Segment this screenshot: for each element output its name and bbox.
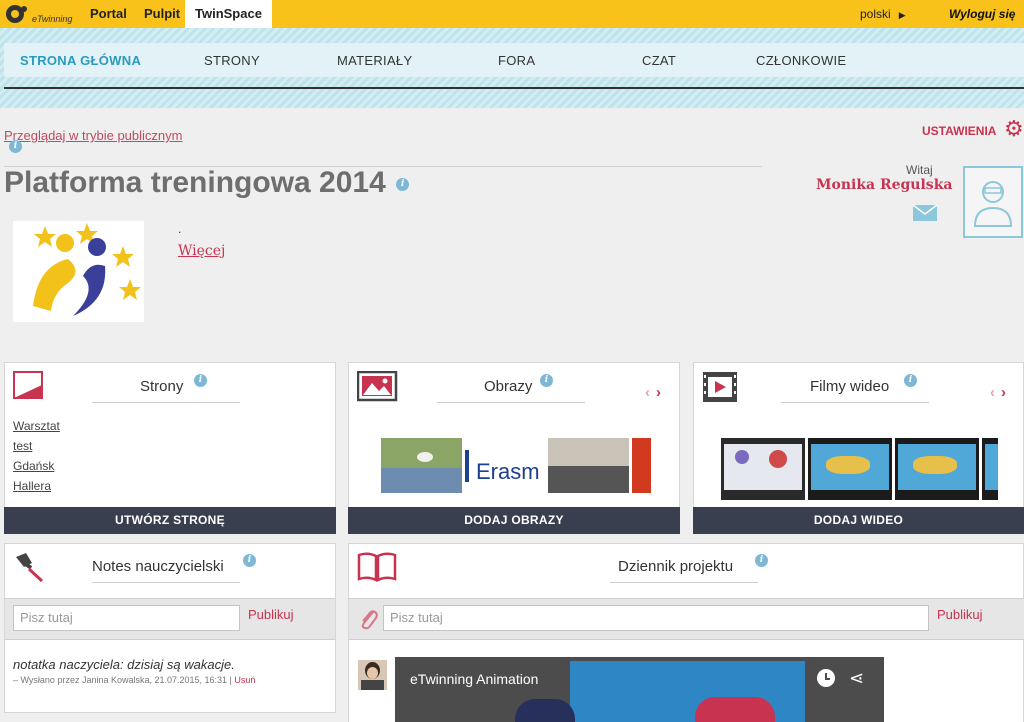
card-title-divider (781, 402, 929, 403)
image-thumbnail[interactable] (632, 438, 651, 493)
pushpin-icon (16, 553, 44, 583)
note-meta: – Wysłano przez Janina Kowalska, 21.07.2… (13, 675, 255, 685)
image-thumbnail[interactable] (548, 438, 629, 493)
diary-publish-button[interactable]: Publikuj (937, 607, 983, 622)
page-link-test[interactable]: test (13, 439, 32, 453)
topnav-twinspace[interactable]: TwinSpace (185, 0, 272, 28)
project-diary-title: Dziennik projektu (618, 558, 734, 575)
welcome-label: Witaj (906, 163, 933, 177)
page-title-text: Platforma treningowa 2014 (4, 166, 386, 199)
chevron-left-icon[interactable]: ‹ (990, 384, 995, 401)
open-book-icon (357, 552, 397, 582)
nav-item-forums[interactable]: FORA (498, 53, 535, 68)
project-description: . (178, 222, 182, 236)
video-thumbnail[interactable] (982, 438, 998, 500)
create-page-button[interactable]: UTWÓRZ STRONĘ (4, 507, 336, 534)
user-silhouette-icon (973, 181, 1013, 227)
info-icon[interactable]: i (9, 140, 22, 153)
info-icon[interactable]: i (755, 554, 768, 567)
images-card-title: Obrazy (484, 378, 533, 395)
user-name-link[interactable]: Monika Regulska (816, 177, 952, 193)
videos-card-title: Filmy wideo (810, 378, 890, 395)
logout-link[interactable]: Wyloguj się (949, 0, 1015, 28)
page-icon (13, 371, 43, 399)
chevron-right-icon[interactable]: › (1001, 384, 1006, 401)
nav-item-members[interactable]: CZŁONKOWIE (756, 53, 846, 68)
page-title: Platforma treningowa 2014 i (4, 166, 410, 200)
video-thumbnail[interactable] (721, 438, 805, 500)
image-thumbnail[interactable] (381, 438, 462, 493)
diary-input[interactable]: Pisz tutaj (383, 605, 929, 631)
embedded-video[interactable]: eTwinning Animation ⋖ (395, 657, 884, 722)
etwinning-logo[interactable]: eTwinning (4, 3, 74, 25)
author-avatar[interactable] (358, 660, 387, 690)
topnav-portal[interactable]: Portal (90, 0, 127, 28)
notes-input[interactable]: Pisz tutaj (13, 605, 240, 631)
card-title-divider (610, 582, 758, 583)
image-icon (357, 371, 398, 402)
logo-text: eTwinning (32, 14, 73, 24)
etwinning-logo-icon (6, 5, 27, 23)
video-thumbnail[interactable] (808, 438, 892, 500)
note-author-date: – Wysłano przez Janina Kowalska, 21.07.2… (13, 675, 232, 685)
card-title-divider (92, 402, 240, 403)
more-link[interactable]: Więcej (178, 243, 225, 259)
settings-link[interactable]: USTAWIENIA (922, 124, 996, 138)
film-icon (703, 372, 737, 402)
note-text: notatka naczyciela: dzisiaj są wakacje. (13, 657, 235, 672)
top-bar: eTwinning Portal Pulpit TwinSpace polski… (0, 0, 1024, 28)
page-link-gdansk[interactable]: Gdańsk (13, 459, 54, 473)
info-icon[interactable]: i (396, 177, 410, 191)
notes-publish-button[interactable]: Publikuj (248, 607, 294, 622)
pages-card-title: Strony (140, 378, 184, 395)
info-icon[interactable]: i (540, 374, 553, 387)
page-link-warsztat[interactable]: Warsztat (13, 419, 60, 433)
image-thumbnail[interactable]: Erasm (465, 438, 546, 493)
chevron-left-icon[interactable]: ‹ (645, 384, 650, 401)
nav-item-materials[interactable]: MATERIAŁY (337, 53, 412, 68)
clock-icon[interactable] (817, 669, 835, 687)
language-selector[interactable]: polski ▶ (860, 0, 906, 29)
envelope-icon[interactable] (912, 204, 938, 222)
teacher-notes-title: Notes nauczycielski (92, 558, 224, 575)
nav-divider (4, 87, 1024, 89)
image-thumbnail-text: Erasm (476, 459, 540, 484)
paperclip-icon[interactable] (357, 606, 379, 630)
project-logo (13, 221, 144, 322)
page-link-hallera[interactable]: Hallera (13, 479, 51, 493)
language-label: polski (860, 7, 891, 21)
info-icon[interactable]: i (243, 554, 256, 567)
gear-icon[interactable]: ⚙ (1004, 118, 1024, 140)
card-title-divider (92, 582, 240, 583)
info-icon[interactable]: i (194, 374, 207, 387)
note-delete-link[interactable]: Usuń (234, 675, 255, 685)
nav-item-chat[interactable]: CZAT (642, 53, 676, 68)
share-icon[interactable]: ⋖ (849, 669, 864, 687)
topnav-pulpit[interactable]: Pulpit (144, 0, 180, 28)
video-title: eTwinning Animation (410, 671, 539, 687)
info-icon[interactable]: i (904, 374, 917, 387)
video-scene-shape (695, 697, 775, 722)
card-title-divider (437, 402, 585, 403)
videos-carousel-arrows[interactable]: ‹ › (990, 384, 1006, 401)
project-logo-image (33, 223, 141, 316)
video-scene-shape (515, 699, 575, 722)
nav-item-pages[interactable]: STRONY (204, 53, 260, 68)
nav-item-home[interactable]: STRONA GŁÓWNA (20, 53, 141, 68)
triangle-right-icon: ▶ (898, 10, 906, 20)
add-images-button[interactable]: DODAJ OBRAZY (348, 507, 680, 534)
user-avatar[interactable] (963, 166, 1023, 238)
add-video-button[interactable]: DODAJ WIDEO (693, 507, 1024, 534)
chevron-right-icon[interactable]: › (656, 384, 661, 401)
public-view-link[interactable]: Przeglądaj w trybie publicznym (4, 128, 182, 143)
images-carousel-arrows[interactable]: ‹ › (645, 384, 661, 401)
video-thumbnail[interactable] (895, 438, 979, 500)
